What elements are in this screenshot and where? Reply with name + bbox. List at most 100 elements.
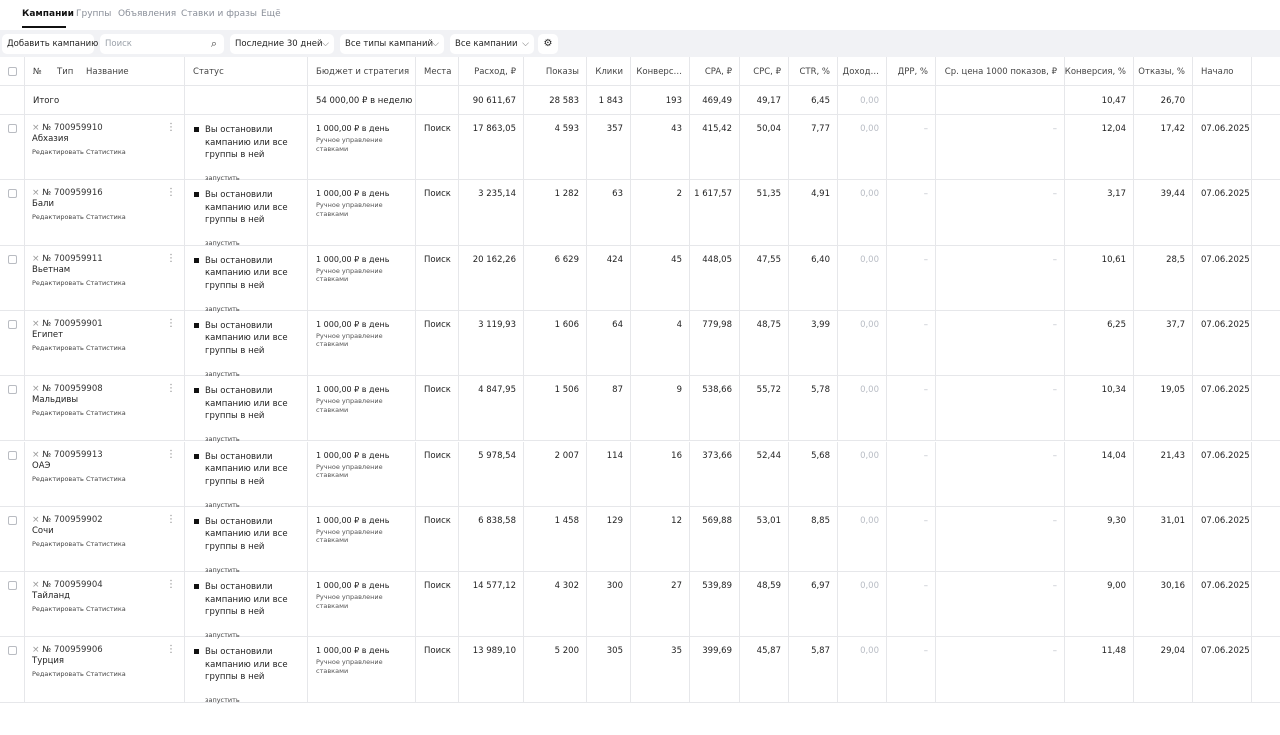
edit-link[interactable]: Редактировать xyxy=(32,409,84,417)
filter-settings-button[interactable]: ⚙ xyxy=(538,34,558,54)
chevron-down-icon: ⌵ xyxy=(522,39,529,49)
budget-value[interactable]: 1 000,00 ₽ в день xyxy=(316,189,391,198)
totals-impressions: 28 583 xyxy=(549,96,579,106)
tab-ads[interactable]: Объявления xyxy=(118,9,176,19)
column-header-name[interactable]: Название xyxy=(86,67,129,77)
statistics-link[interactable]: Статистика xyxy=(86,670,126,678)
column-header-cpc[interactable]: CPC, ₽ xyxy=(753,67,781,77)
campaigns-filter-dropdown[interactable]: Все кампании ⌵ xyxy=(450,34,534,54)
campaign-name-block: × № 700959906 Турция Редактировать Статист… xyxy=(32,645,126,678)
campaign-types-dropdown[interactable]: Все типы кампаний ⌵ xyxy=(340,34,444,54)
statistics-link[interactable]: Статистика xyxy=(86,475,126,483)
edit-link[interactable]: Редактировать xyxy=(32,540,84,548)
budget-value[interactable]: 1 000,00 ₽ в день xyxy=(316,646,391,655)
column-header-spend[interactable]: Расход, ₽ xyxy=(474,67,516,77)
column-header-impressions[interactable]: Показы xyxy=(546,67,579,77)
budget-value[interactable]: 1 000,00 ₽ в день xyxy=(316,516,391,525)
statistics-link[interactable]: Статистика xyxy=(86,279,126,287)
campaign-name[interactable]: Мальдивы xyxy=(32,395,78,405)
column-header-status[interactable]: Статус xyxy=(193,67,224,77)
budget-value[interactable]: 1 000,00 ₽ в день xyxy=(316,385,391,394)
column-header-type[interactable]: Тип xyxy=(57,67,73,77)
campaign-name[interactable]: Турция xyxy=(32,656,64,666)
budget-value[interactable]: 1 000,00 ₽ в день xyxy=(316,451,391,460)
period-dropdown[interactable]: Последние 30 дней ⌵ xyxy=(230,34,334,54)
campaign-name[interactable]: Вьетнам xyxy=(32,265,70,275)
add-campaign-button[interactable]: Добавить кампанию xyxy=(2,34,98,54)
statistics-link[interactable]: Статистика xyxy=(86,605,126,613)
budget-value[interactable]: 1 000,00 ₽ в день xyxy=(316,581,391,590)
column-header-budget[interactable]: Бюджет и стратегия xyxy=(316,67,409,77)
places-value: Поиск xyxy=(424,189,451,200)
column-header-drr[interactable]: ДРР, % xyxy=(898,67,928,77)
more-menu-icon[interactable]: ⋮ xyxy=(166,644,176,655)
campaign-name[interactable]: Египет xyxy=(32,330,63,340)
column-header-no[interactable]: № xyxy=(33,67,42,77)
budget-value[interactable]: 1 000,00 ₽ в день xyxy=(316,255,391,264)
statistics-link[interactable]: Статистика xyxy=(86,213,126,221)
campaign-name[interactable]: ОАЭ xyxy=(32,461,50,471)
tab-more[interactable]: Ещё xyxy=(261,9,281,19)
edit-link[interactable]: Редактировать xyxy=(32,605,84,613)
drr-value: – xyxy=(923,646,928,657)
places-value: Поиск xyxy=(424,124,451,134)
table-cell-clicks xyxy=(587,310,631,376)
tab-campaigns[interactable]: Кампании xyxy=(22,9,74,19)
edit-link[interactable]: Редактировать xyxy=(32,148,84,156)
tab-groups[interactable]: Группы xyxy=(76,9,111,19)
row-checkbox[interactable] xyxy=(8,581,17,591)
statistics-link[interactable]: Статистика xyxy=(86,148,126,156)
column-header-cpa[interactable]: CPA, ₽ xyxy=(705,67,732,77)
edit-link[interactable]: Редактировать xyxy=(32,475,84,483)
more-menu-icon[interactable]: ⋮ xyxy=(166,449,176,460)
table-cell-clicks xyxy=(587,180,631,245)
column-header-cpm[interactable]: Ср. цена 1000 показов, ₽ xyxy=(945,67,1057,77)
column-header-ctr[interactable]: CTR, % xyxy=(799,67,830,77)
select-all-checkbox[interactable] xyxy=(8,67,17,76)
column-header-income[interactable]: Доход… xyxy=(843,67,879,77)
column-header-bounces[interactable]: Отказы, % xyxy=(1138,67,1185,77)
more-menu-icon[interactable]: ⋮ xyxy=(166,253,176,264)
income-value: 0,00 xyxy=(860,124,879,134)
search-input[interactable]: Поиск ⌕ xyxy=(100,34,224,54)
more-menu-icon[interactable]: ⋮ xyxy=(166,122,176,133)
campaign-links: Редактировать Статистика xyxy=(32,540,126,548)
edit-link[interactable]: Редактировать xyxy=(32,279,84,287)
campaign-name[interactable]: Бали xyxy=(32,199,54,209)
budget-value[interactable]: 1 000,00 ₽ в день xyxy=(316,124,391,133)
row-checkbox[interactable] xyxy=(8,319,17,329)
status-text: Вы остановили кампанию или все группы в … xyxy=(205,125,288,160)
row-checkbox[interactable] xyxy=(8,124,17,133)
budget-block: 1 000,00 ₽ в день Ручное управление ставк… xyxy=(316,581,391,610)
column-header-clicks[interactable]: Клики xyxy=(595,67,623,77)
column-header-start[interactable]: Начало xyxy=(1201,67,1233,77)
spend-value: 5 978,54 xyxy=(478,450,516,461)
campaign-name[interactable]: Абхазия xyxy=(32,134,68,144)
more-menu-icon[interactable]: ⋮ xyxy=(166,514,176,525)
campaign-name[interactable]: Сочи xyxy=(32,526,54,536)
more-menu-icon[interactable]: ⋮ xyxy=(166,579,176,590)
start-campaign-link[interactable]: запустить xyxy=(205,696,240,704)
row-checkbox[interactable] xyxy=(8,515,17,525)
column-header-conv-rate[interactable]: Конверсия, % xyxy=(1065,67,1126,77)
more-menu-icon[interactable]: ⋮ xyxy=(166,318,176,329)
row-checkbox[interactable] xyxy=(8,450,17,460)
campaign-name[interactable]: Тайланд xyxy=(32,591,70,601)
edit-link[interactable]: Редактировать xyxy=(32,670,84,678)
row-checkbox[interactable] xyxy=(8,646,17,656)
column-header-conversions[interactable]: Конверс… xyxy=(636,67,682,77)
budget-value[interactable]: 1 000,00 ₽ в день xyxy=(316,320,391,329)
more-menu-icon[interactable]: ⋮ xyxy=(166,187,176,198)
edit-link[interactable]: Редактировать xyxy=(32,213,84,221)
column-header-places[interactable]: Места xyxy=(424,67,451,77)
statistics-link[interactable]: Статистика xyxy=(86,540,126,548)
row-checkbox[interactable] xyxy=(8,189,17,199)
row-checkbox[interactable] xyxy=(8,385,17,395)
more-menu-icon[interactable]: ⋮ xyxy=(166,383,176,394)
edit-link[interactable]: Редактировать xyxy=(32,344,84,352)
row-checkbox[interactable] xyxy=(8,254,17,264)
impressions-value: 1 282 xyxy=(554,189,579,200)
statistics-link[interactable]: Статистика xyxy=(86,409,126,417)
tab-bids[interactable]: Ставки и фразы xyxy=(181,9,257,19)
statistics-link[interactable]: Статистика xyxy=(86,344,126,352)
